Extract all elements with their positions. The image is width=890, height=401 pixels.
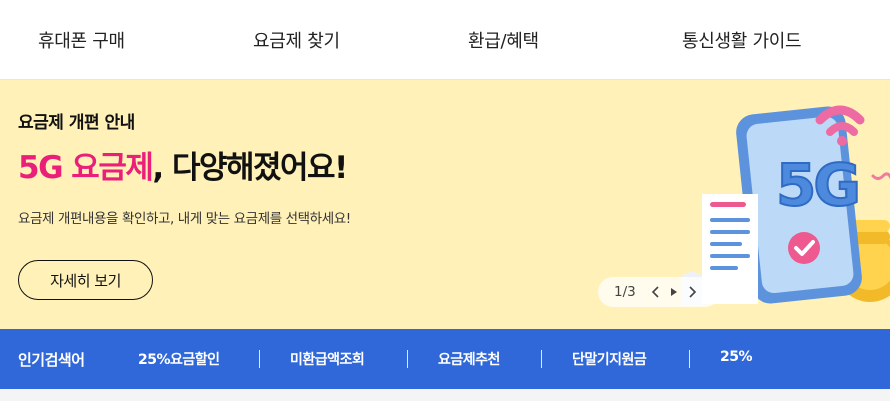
top-nav: 휴대폰 구매 요금제 찾기 환급/혜택 통신생활 가이드 bbox=[0, 0, 890, 80]
carousel-pager: 1/3 bbox=[598, 277, 720, 307]
hero-banner: 요금제 개편 안내 5G 요금제, 다양해졌어요! 요금제 개편내용을 확인하고… bbox=[0, 80, 890, 329]
keyword-item[interactable]: 25% bbox=[720, 349, 753, 365]
banner-headline: 5G 요금제, 다양해졌어요! bbox=[18, 142, 348, 187]
keyword-item[interactable]: 요금제추천 bbox=[438, 349, 500, 369]
play-icon[interactable] bbox=[666, 283, 682, 301]
keyword-item[interactable]: 25%요금할인 bbox=[138, 349, 220, 369]
keyword-divider bbox=[689, 350, 690, 368]
keyword-item[interactable]: 단말기지원금 bbox=[572, 349, 647, 369]
keyword-divider bbox=[407, 350, 408, 368]
popular-keywords-title: 인기검색어 bbox=[18, 351, 85, 369]
banner-headline-accent: 5G 요금제 bbox=[18, 150, 154, 186]
banner-description: 요금제 개편내용을 확인하고, 내게 맞는 요금제를 선택하세요! bbox=[18, 211, 351, 227]
chevron-right-icon[interactable] bbox=[684, 283, 700, 301]
banner-headline-rest: , 다양해졌어요! bbox=[152, 150, 348, 186]
illustration-5g-label: 5G bbox=[776, 151, 858, 219]
nav-item-refund-benefits[interactable]: 환급/혜택 bbox=[468, 27, 539, 53]
nav-item-plan-finder[interactable]: 요금제 찾기 bbox=[253, 27, 340, 53]
keyword-divider bbox=[259, 350, 260, 368]
carousel-page-count: 1/3 bbox=[614, 284, 636, 300]
keyword-item[interactable]: 미환급액조회 bbox=[290, 349, 365, 369]
popular-keywords-bar: 인기검색어 25%요금할인 미환급액조회 요금제추천 단말기지원금 25% bbox=[0, 329, 890, 389]
banner-eyebrow: 요금제 개편 안내 bbox=[18, 113, 135, 133]
nav-item-telecom-guide[interactable]: 통신생활 가이드 bbox=[682, 27, 802, 53]
keyword-divider bbox=[541, 350, 542, 368]
nav-item-phone-purchase[interactable]: 휴대폰 구매 bbox=[38, 27, 125, 53]
view-details-button[interactable]: 자세히 보기 bbox=[18, 260, 153, 300]
chevron-left-icon[interactable] bbox=[648, 283, 664, 301]
